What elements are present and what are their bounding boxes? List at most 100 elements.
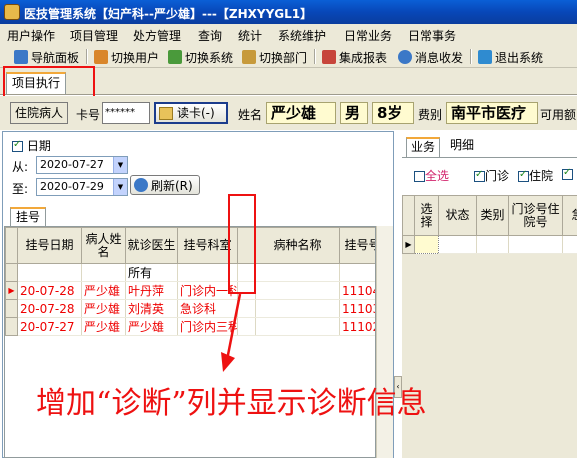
table-cell[interactable] <box>562 235 577 254</box>
switch-department-button[interactable]: 切换部门 <box>242 48 307 66</box>
column-header[interactable]: 状态 <box>438 195 477 236</box>
table-cell[interactable]: 严少雄 <box>81 299 126 318</box>
row-indicator-header <box>402 195 415 236</box>
card-reader-icon <box>159 106 173 120</box>
app-icon <box>4 4 20 20</box>
table-cell[interactable]: 叶丹萍 <box>125 281 178 300</box>
select-all-box[interactable] <box>414 171 425 182</box>
table-cell[interactable] <box>414 235 439 254</box>
patient-info-bar: 住院病人 卡号 ****** 读卡(-) 姓名 严少雄 男 8岁 费别 南平市医… <box>0 96 577 130</box>
fee-type-value: 南平市医疗 <box>446 102 538 124</box>
outpatient-checkbox[interactable]: 门诊 <box>474 167 509 184</box>
patient-type-button[interactable]: 住院病人 <box>10 102 69 124</box>
patient-name: 严少雄 <box>266 102 336 124</box>
exit-label: 退出系统 <box>495 50 544 65</box>
tab-business[interactable]: 业务 <box>406 137 440 157</box>
outpatient-label: 门诊 <box>485 169 510 183</box>
nav-panel-label: 导航面板 <box>31 50 80 65</box>
exit-icon <box>478 50 492 64</box>
switch-system-button[interactable]: 切换系统 <box>168 48 233 66</box>
table-cell[interactable]: 11104 <box>339 281 375 300</box>
column-header[interactable]: 挂号号 <box>339 227 375 264</box>
menu-query[interactable]: 查询 <box>198 27 222 44</box>
table-cell[interactable]: 刘清英 <box>125 299 178 318</box>
extra-box[interactable] <box>562 167 573 180</box>
table-cell[interactable] <box>255 317 340 336</box>
nav-panel-button[interactable]: 导航面板 <box>14 48 79 66</box>
outpatient-box[interactable] <box>474 169 485 182</box>
extra-checkbox[interactable] <box>562 167 573 181</box>
row-indicator <box>5 299 18 318</box>
inpatient-box[interactable] <box>518 169 529 182</box>
menu-daily-affairs[interactable]: 日常事务 <box>408 27 456 44</box>
table-row[interactable]: ▶ 20-07-28 严少雄 叶丹萍 门诊内一科 11104 <box>5 281 375 300</box>
table-cell[interactable]: 20-07-27 <box>17 317 82 336</box>
to-date-picker[interactable]: 2020-07-29 ▼ <box>36 178 128 196</box>
message-button[interactable]: 消息收发 <box>398 48 463 66</box>
filter-cell[interactable] <box>17 263 82 282</box>
column-header[interactable]: 病人姓名 <box>81 227 126 264</box>
filter-cell[interactable]: 所有 <box>125 263 178 282</box>
vertical-scrollbar[interactable] <box>376 226 393 458</box>
table-cell[interactable]: 20-07-28 <box>17 281 82 300</box>
column-header[interactable]: 就诊医生 <box>125 227 178 264</box>
table-row[interactable]: 20-07-27 严少雄 严少雄 门诊内三科 11102 <box>5 317 375 336</box>
filter-cell[interactable] <box>339 263 375 282</box>
table-row[interactable]: ▶ <box>402 235 577 254</box>
table-row[interactable]: 20-07-28 严少雄 刘清英 急诊科 11103 <box>5 299 375 318</box>
current-row-arrow-icon: ▶ <box>402 235 415 254</box>
switch-department-icon <box>242 50 256 64</box>
table-cell[interactable]: 20-07-28 <box>17 299 82 318</box>
filter-row: 所有 <box>5 263 375 282</box>
column-header[interactable]: 门诊号住院号 <box>508 195 563 236</box>
row-indicator-header <box>5 227 18 264</box>
inpatient-checkbox[interactable]: 住院 <box>518 167 553 184</box>
name-label: 姓名 <box>238 108 263 122</box>
column-header[interactable]: 急 <box>562 195 577 236</box>
annotation-text: 增加“诊断”列并显示诊断信息 <box>36 386 427 421</box>
tab-registration[interactable]: 挂号 <box>10 207 46 226</box>
date-checkbox-box[interactable] <box>12 139 23 152</box>
exit-button[interactable]: 退出系统 <box>478 48 543 66</box>
column-header[interactable]: 挂号日期 <box>17 227 82 264</box>
table-cell[interactable]: 严少雄 <box>125 317 178 336</box>
refresh-label: 刷新(R) <box>151 178 193 193</box>
table-cell[interactable] <box>255 281 340 300</box>
chevron-down-icon[interactable]: ▼ <box>113 179 127 195</box>
menu-statistics[interactable]: 统计 <box>238 27 262 44</box>
from-date-picker[interactable]: 2020-07-27 ▼ <box>36 156 128 174</box>
menu-system-maint[interactable]: 系统维护 <box>278 27 326 44</box>
table-cell[interactable] <box>255 299 340 318</box>
to-date-value: 2020-07-29 <box>40 180 104 193</box>
column-header[interactable]: 类别 <box>476 195 509 236</box>
tab-details[interactable]: 明细 <box>444 137 480 156</box>
menu-user-ops[interactable]: 用户操作 <box>7 27 55 44</box>
table-cell[interactable]: 11103 <box>339 299 375 318</box>
table-cell[interactable] <box>476 235 509 254</box>
read-card-button[interactable]: 读卡(-) <box>154 102 228 124</box>
navigation-panel-icon <box>14 50 28 64</box>
select-all-checkbox[interactable]: 全选 <box>414 167 449 184</box>
menu-bar: 用户操作 项目管理 处方管理 查询 统计 系统维护 日常业务 日常事务 <box>0 24 577 44</box>
date-checkbox[interactable]: 日期 <box>12 137 51 154</box>
inpatient-label: 住院 <box>529 169 554 183</box>
menu-project-mgmt[interactable]: 项目管理 <box>70 27 118 44</box>
menu-prescription-mgmt[interactable]: 处方管理 <box>133 27 181 44</box>
chevron-down-icon[interactable]: ▼ <box>113 157 127 173</box>
table-cell[interactable]: 严少雄 <box>81 281 126 300</box>
table-cell[interactable]: 严少雄 <box>81 317 126 336</box>
switch-user-button[interactable]: 切换用户 <box>94 48 159 66</box>
filter-cell[interactable] <box>255 263 340 282</box>
column-header[interactable]: 选择 <box>414 195 439 236</box>
table-cell[interactable] <box>508 235 563 254</box>
card-number-field[interactable]: ****** <box>102 102 150 124</box>
refresh-button[interactable]: 刷新(R) <box>130 175 200 195</box>
column-header[interactable]: 病种名称 <box>255 227 340 264</box>
filter-cell[interactable] <box>81 263 126 282</box>
table-cell[interactable] <box>438 235 477 254</box>
menu-daily-business[interactable]: 日常业务 <box>344 27 392 44</box>
switch-system-label: 切换系统 <box>185 50 234 65</box>
report-button[interactable]: 集成报表 <box>322 48 387 66</box>
table-cell[interactable]: 11102 <box>339 317 375 336</box>
registration-grid: 挂号日期 病人姓名 就诊医生 挂号科室 病种名称 挂号号 所有 ▶ 20-07-… <box>4 226 376 458</box>
